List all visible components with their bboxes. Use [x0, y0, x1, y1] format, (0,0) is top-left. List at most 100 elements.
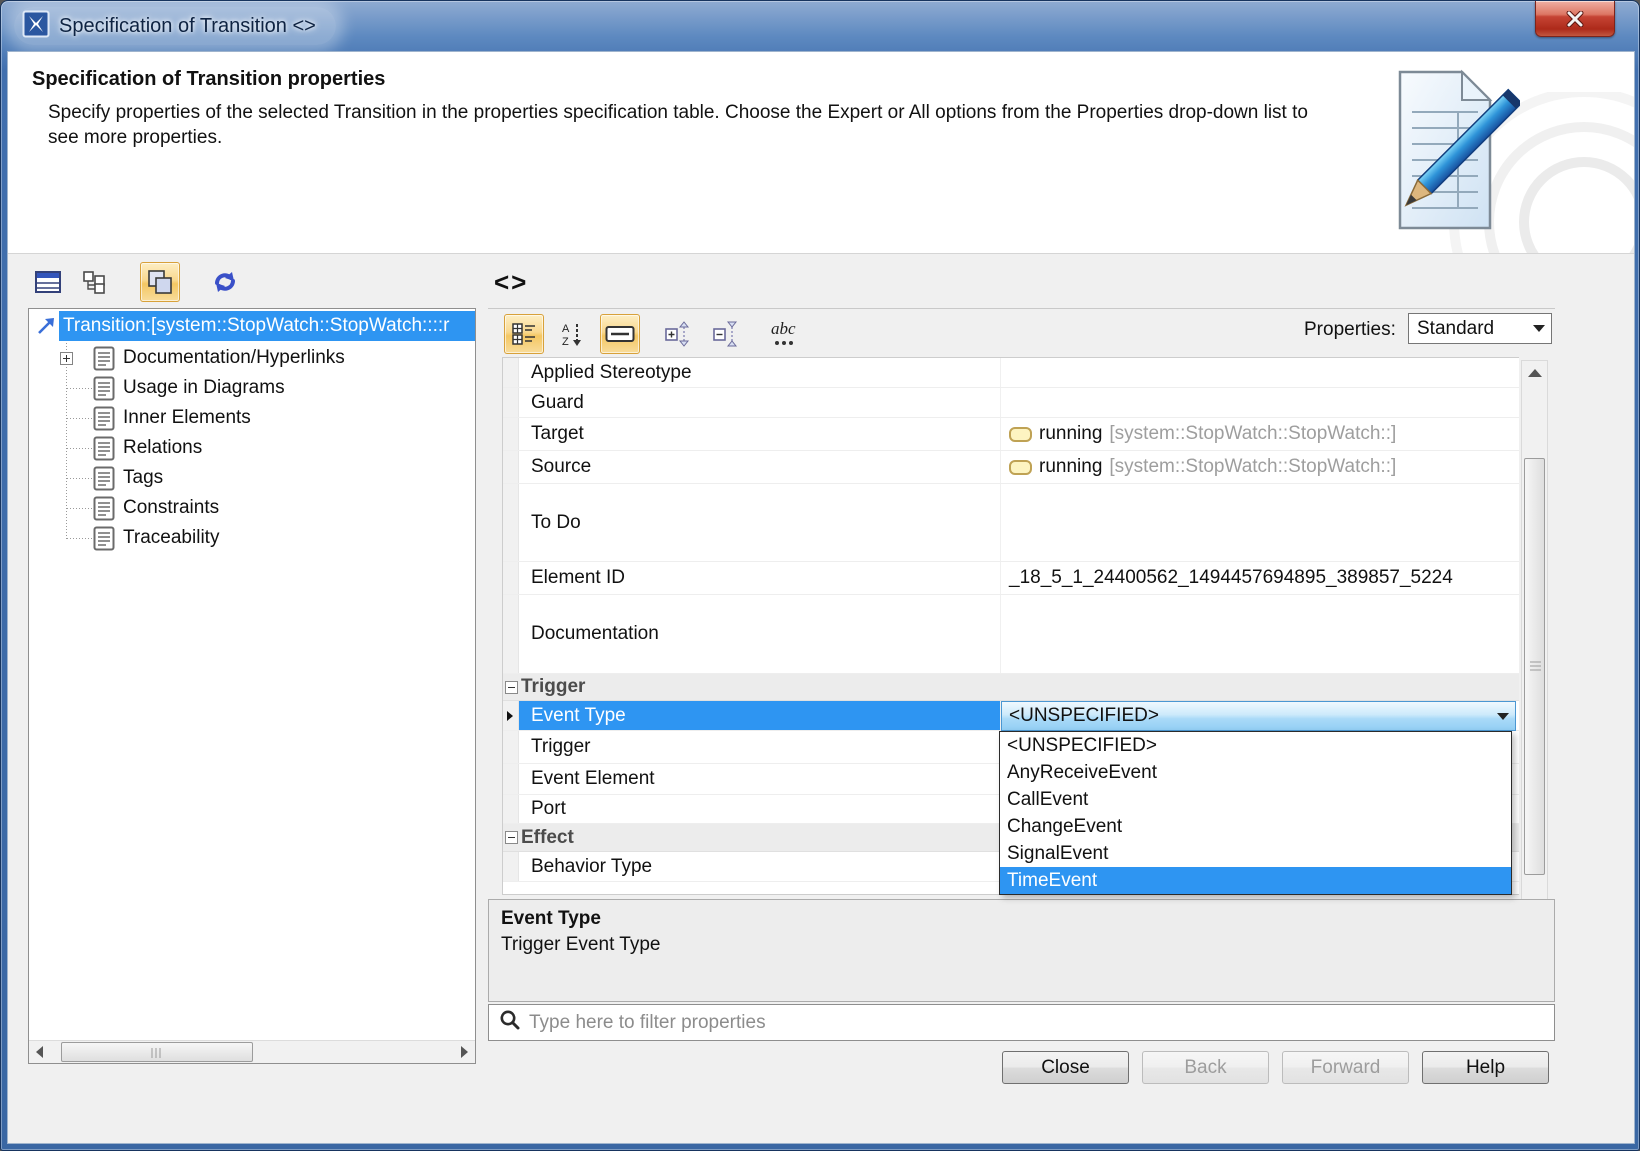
sort-alphabetically-button[interactable]: A Z — [552, 314, 592, 354]
document-page-icon — [93, 346, 115, 376]
help-button[interactable]: Help — [1422, 1051, 1549, 1084]
document-page-icon — [93, 496, 115, 526]
table-row[interactable]: Source running [system::StopWatch::StopW… — [503, 451, 1519, 484]
chevron-down-icon — [1527, 325, 1551, 332]
tree-item-tags[interactable]: Tags — [29, 463, 475, 493]
document-page-icon — [93, 376, 115, 406]
event-type-select[interactable]: <UNSPECIFIED> — [1001, 701, 1516, 731]
close-button[interactable]: Close — [1002, 1051, 1129, 1084]
scroll-right-button[interactable] — [454, 1041, 475, 1063]
tree-horizontal-scrollbar[interactable] — [29, 1040, 475, 1063]
properties-mode-value: Standard — [1409, 318, 1527, 340]
categorized-view-button[interactable] — [504, 314, 544, 354]
state-icon — [1009, 460, 1032, 475]
svg-text:A: A — [562, 323, 570, 335]
table-row[interactable]: Element ID _18_5_1_24400562_149445769489… — [503, 562, 1519, 595]
tree-view-icon — [82, 270, 108, 294]
table-row[interactable]: Documentation — [503, 595, 1519, 674]
scroll-up-button[interactable] — [1522, 361, 1547, 385]
back-button: Back — [1142, 1051, 1269, 1084]
scroll-left-button[interactable] — [29, 1041, 50, 1063]
page-title: Specification of Transition properties — [32, 68, 385, 91]
forward-button: Forward — [1282, 1051, 1409, 1084]
document-page-icon — [93, 466, 115, 496]
properties-mode-select[interactable]: Standard — [1408, 313, 1552, 344]
filter-input[interactable] — [529, 1012, 1554, 1034]
dialog-body: Specification of Transition properties S… — [7, 51, 1635, 1144]
table-row[interactable]: To Do — [503, 484, 1519, 562]
tree-toolbar — [28, 262, 245, 304]
element-id-value: _18_5_1_24400562_1494457694895_389857_52… — [1009, 567, 1453, 589]
tree-item-documentation[interactable]: Documentation/Hyperlinks — [29, 343, 475, 373]
dropdown-option[interactable]: <UNSPECIFIED> — [1000, 732, 1511, 759]
tree-item-usage-in-diagrams[interactable]: Usage in Diagrams — [29, 373, 475, 403]
svg-text:Z: Z — [562, 336, 569, 347]
expand-nodes-button[interactable] — [658, 314, 698, 354]
collapse-nodes-button[interactable] — [706, 314, 746, 354]
tree-root-label: Transition:[system::StopWatch::StopWatch… — [59, 311, 475, 341]
table-row[interactable]: Applied Stereotype — [503, 358, 1519, 388]
property-description-panel: Event Type Trigger Event Type — [488, 899, 1555, 1002]
collapse-minus-icon[interactable] — [505, 831, 518, 844]
tree-item-constraints[interactable]: Constraints — [29, 493, 475, 523]
expand-nodes-icon — [664, 321, 692, 347]
tree-item-relations[interactable]: Relations — [29, 433, 475, 463]
table-row-event-type[interactable]: Event Type <UNSPECIFIED> — [503, 701, 1519, 731]
event-type-value: <UNSPECIFIED> — [1002, 705, 1491, 727]
page-description: Specify properties of the selected Trans… — [48, 100, 1328, 150]
copy-view-icon — [147, 269, 173, 295]
window-title: Specification of Transition <> — [59, 15, 316, 38]
table-view-button[interactable] — [28, 262, 68, 302]
search-icon — [499, 1009, 521, 1036]
dropdown-option-highlighted[interactable]: TimeEvent — [1000, 867, 1511, 894]
table-view-icon — [35, 271, 61, 293]
close-window-button[interactable] — [1535, 1, 1615, 37]
state-path: [system::StopWatch::StopWatch::] — [1109, 456, 1396, 478]
refresh-button[interactable] — [205, 262, 245, 302]
selected-row-marker-icon — [507, 711, 513, 721]
dropdown-option[interactable]: ChangeEvent — [1000, 813, 1511, 840]
element-tree: Transition:[system::StopWatch::StopWatch… — [28, 308, 476, 1064]
value-editor-button[interactable] — [600, 314, 640, 354]
dropdown-option[interactable]: SignalEvent — [1000, 840, 1511, 867]
categorized-view-icon — [511, 322, 537, 346]
tree-item-inner-elements[interactable]: Inner Elements — [29, 403, 475, 433]
property-description-text: Trigger Event Type — [501, 934, 1542, 956]
tree-root-row[interactable]: Transition:[system::StopWatch::StopWatch… — [29, 311, 475, 341]
show-description-button[interactable]: abc — [766, 314, 806, 354]
header-panel: Specification of Transition properties S… — [8, 52, 1634, 254]
table-row[interactable]: Target running [system::StopWatch::StopW… — [503, 418, 1519, 451]
vertical-scroll-thumb[interactable] — [1524, 458, 1545, 875]
transition-arrow-icon — [34, 314, 58, 343]
close-icon — [1566, 11, 1584, 27]
table-vertical-scrollbar[interactable] — [1521, 360, 1548, 920]
app-icon[interactable] — [22, 10, 50, 43]
state-icon — [1009, 427, 1032, 442]
document-page-icon — [93, 406, 115, 436]
titlebar[interactable]: Specification of Transition <> — [1, 1, 1639, 51]
horizontal-scroll-thumb[interactable] — [61, 1042, 253, 1062]
tree-item-traceability[interactable]: Traceability — [29, 523, 475, 553]
state-value: running — [1039, 456, 1102, 478]
properties-toolbar: A Z — [504, 313, 806, 355]
chevron-down-icon — [1491, 713, 1515, 720]
filter-properties-box — [488, 1004, 1555, 1041]
table-row[interactable]: Guard — [503, 388, 1519, 418]
document-pencil-icon — [1374, 66, 1520, 247]
state-path: [system::StopWatch::StopWatch::] — [1109, 423, 1396, 445]
document-page-icon — [93, 526, 115, 556]
expand-plus-icon[interactable] — [60, 352, 73, 365]
dropdown-option[interactable]: AnyReceiveEvent — [1000, 759, 1511, 786]
value-editor-icon — [605, 323, 635, 345]
specification-dialog: Specification of Transition <> Specifica… — [0, 0, 1640, 1151]
dropdown-option[interactable]: CallEvent — [1000, 786, 1511, 813]
group-header-trigger[interactable]: Trigger — [503, 674, 1519, 701]
toolbar-separator — [488, 308, 1555, 309]
svg-text:abc: abc — [771, 320, 796, 338]
tree-view-button[interactable] — [75, 262, 115, 302]
collapse-minus-icon[interactable] — [505, 681, 518, 694]
refresh-icon — [211, 269, 239, 295]
properties-mode-label: Properties: — [1304, 319, 1396, 341]
property-description-title: Event Type — [501, 908, 1542, 930]
compare-view-button[interactable] — [140, 262, 180, 302]
